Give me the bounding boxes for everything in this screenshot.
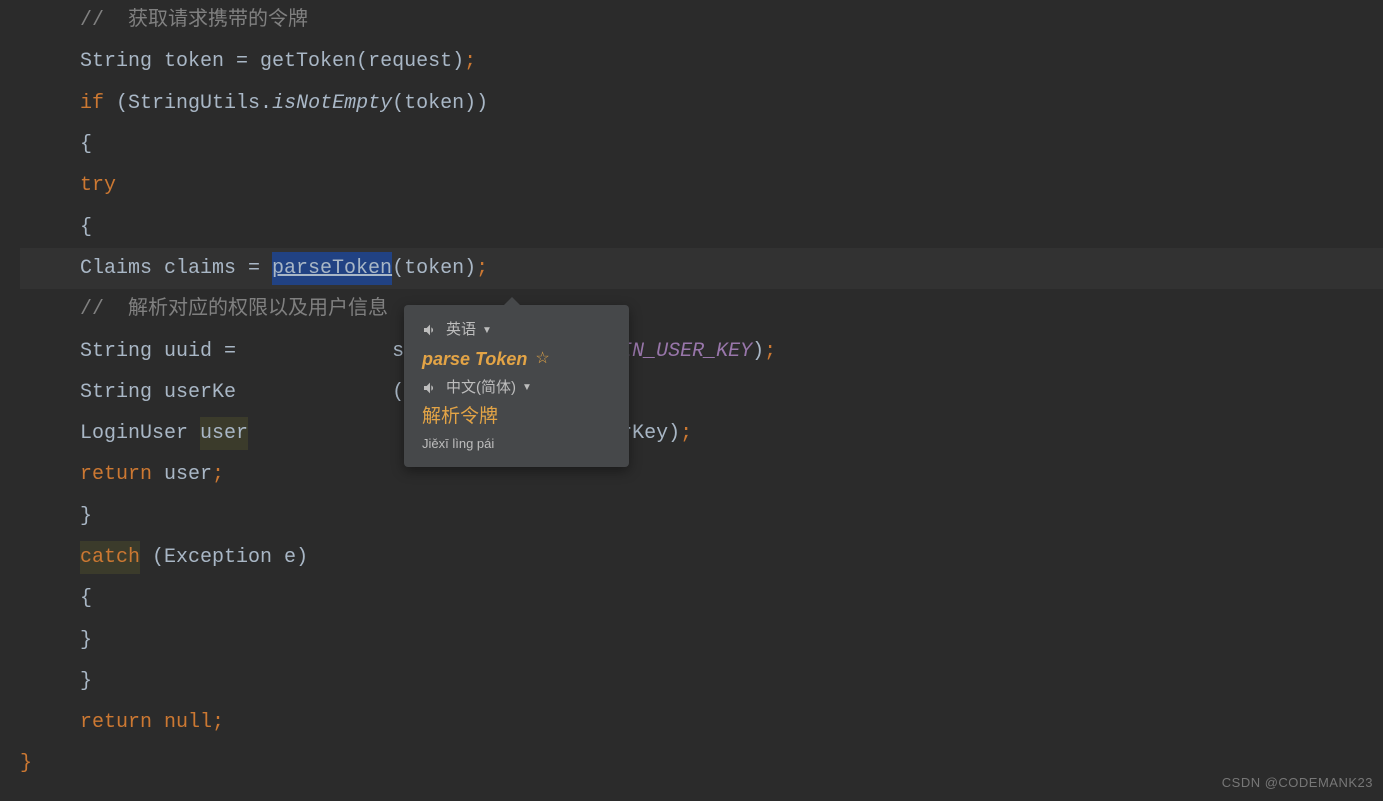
code-line: if (StringUtils.isNotEmpty(token)) (20, 83, 1383, 124)
code-line: return user; (20, 454, 1383, 495)
code-editor[interactable]: // 获取请求携带的令牌 String token = getToken(req… (0, 0, 1383, 785)
source-language: 英语 (446, 319, 476, 342)
watermark: CSDN @CODEMANK23 (1222, 772, 1373, 793)
code-line: // 获取请求携带的令牌 (20, 0, 1383, 41)
code-line: String userKeXXXXXXXXXXXXX(uuid); (20, 372, 1383, 413)
code-line: catch (Exception e) (20, 537, 1383, 578)
speaker-icon[interactable] (422, 322, 438, 338)
code-line: // 解析对应的权限以及用户信息 (20, 289, 1383, 330)
code-line: } (20, 496, 1383, 537)
code-line: LoginUser userXXXXXXXXXXXXXgetCacheObjec… (20, 413, 1383, 454)
speaker-icon[interactable] (422, 380, 438, 396)
highlighted-identifier: user (200, 417, 248, 450)
code-line: { (20, 578, 1383, 619)
code-line: try (20, 165, 1383, 206)
translation-source-text: parse Token (422, 346, 527, 373)
code-line: return null; (20, 702, 1383, 743)
code-line: } (20, 619, 1383, 660)
code-line: { (20, 124, 1383, 165)
tooltip-target-lang-row[interactable]: 中文(简体) ▼ (422, 377, 611, 400)
code-line: } (20, 661, 1383, 702)
code-line-active: Claims claims = parseToken(token); (20, 248, 1383, 289)
tooltip-headline-row: parse Token ☆ (422, 346, 611, 373)
comment-text: // 获取请求携带的令牌 (80, 4, 308, 37)
code-line: { (20, 206, 1383, 247)
code-line: String uuid = XXXXXXXXXXXXs.get(Constant… (20, 330, 1383, 371)
translation-tooltip[interactable]: 英语 ▼ parse Token ☆ 中文(简体) ▼ 解析令牌 Jiěxī lìn… (404, 305, 629, 467)
translation-pinyin: Jiěxī lìng pái (422, 434, 611, 454)
translation-result: 解析令牌 (422, 403, 611, 432)
code-line: } (20, 743, 1383, 784)
code-line: String token = getToken(request); (20, 41, 1383, 82)
selected-identifier[interactable]: parseToken (272, 252, 392, 285)
star-icon[interactable]: ☆ (535, 347, 549, 371)
target-language: 中文(简体) (446, 377, 516, 400)
chevron-down-icon[interactable]: ▼ (482, 323, 492, 338)
tooltip-source-lang-row[interactable]: 英语 ▼ (422, 319, 611, 342)
chevron-down-icon[interactable]: ▼ (522, 380, 532, 395)
